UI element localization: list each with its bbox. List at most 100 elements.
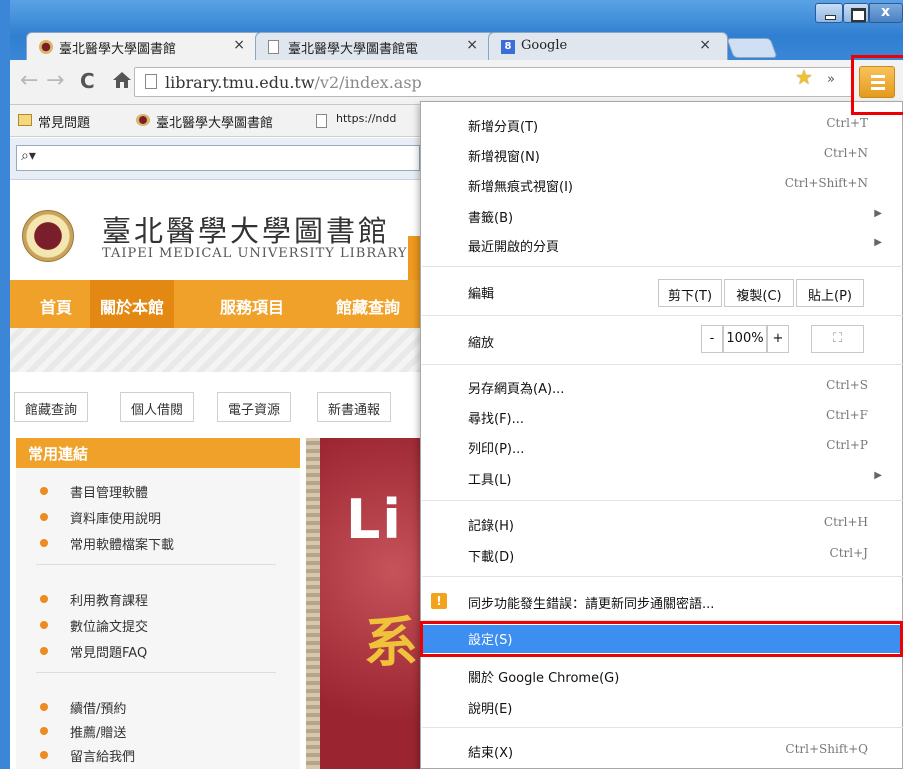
- menu-item-print[interactable]: 列印(P)... Ctrl+P: [421, 434, 903, 460]
- tab-google[interactable]: 8 Google ×: [488, 32, 728, 60]
- menu-item-downloads[interactable]: 下載(D) Ctrl+J: [421, 542, 903, 568]
- sidebar-link[interactable]: 數位論文提交: [40, 616, 148, 635]
- menu-item-find[interactable]: 尋找(F)... Ctrl+F: [421, 404, 903, 430]
- zoom-level: 100%: [723, 325, 767, 353]
- reload-icon[interactable]: C: [80, 70, 95, 92]
- search-input[interactable]: ⌕▾: [16, 145, 420, 171]
- bullet-icon: [40, 703, 48, 711]
- address-bar[interactable]: library.tmu.edu.tw/v2/index.asp: [134, 67, 854, 97]
- quick-tab-catalog[interactable]: 館藏查詢: [14, 392, 89, 422]
- menu-item-tools[interactable]: 工具(L) ▶: [421, 465, 903, 491]
- google-favicon-icon: 8: [501, 40, 515, 54]
- menu-item-save-as[interactable]: 另存網頁為(A)... Ctrl+S: [421, 374, 903, 400]
- bookmark-library[interactable]: 臺北醫學大學圖書館: [134, 112, 273, 131]
- sidebar-link[interactable]: 資料庫使用說明: [40, 508, 161, 527]
- zoom-out-button[interactable]: -: [701, 325, 723, 353]
- warning-icon: !: [431, 593, 447, 609]
- promo-banner[interactable]: Li 系: [306, 438, 430, 769]
- star-icon[interactable]: ★: [795, 65, 813, 89]
- main-nav: 首頁 關於本館 服務項目 館藏查詢: [10, 280, 430, 328]
- tab-library-electronic[interactable]: 臺北醫學大學圖書館電 ×: [255, 32, 495, 60]
- chrome-menu: 新增分頁(T) Ctrl+T 新增視窗(N) Ctrl+N 新增無痕式視窗(I) Ct…: [420, 101, 903, 769]
- bullet-icon: [40, 751, 48, 759]
- sidebar-heading: 常用連結: [16, 438, 300, 468]
- bullet-icon: [40, 539, 48, 547]
- close-window-button[interactable]: x: [869, 3, 903, 23]
- web-page: 臺北醫學大學圖書館 TAIPEI MEDICAL UNIVERSITY LIBR…: [10, 180, 430, 769]
- window-border: [0, 0, 10, 769]
- tab-library[interactable]: 臺北醫學大學圖書館 ×: [26, 32, 262, 60]
- menu-item-sync-error[interactable]: ! 同步功能發生錯誤：請更新同步通關密語...: [421, 589, 903, 615]
- menu-item-zoom: 縮放 - 100% + ⛶: [421, 325, 903, 355]
- library-favicon-icon: [39, 40, 53, 54]
- fullscreen-icon[interactable]: ⛶: [811, 325, 864, 353]
- menu-separator: [422, 266, 903, 267]
- menu-item-about[interactable]: 關於 Google Chrome(G): [421, 663, 903, 689]
- sidebar-link[interactable]: 續借/預約: [40, 698, 126, 717]
- nav-home[interactable]: 首頁: [40, 294, 72, 318]
- submenu-arrow-icon: ▶: [874, 237, 882, 248]
- nav-about[interactable]: 關於本館: [90, 280, 175, 328]
- new-tab-button[interactable]: [726, 38, 778, 58]
- sidebar-link[interactable]: 推薦/贈送: [40, 722, 126, 741]
- annotation-box-settings: [420, 621, 903, 657]
- browser-window: x 臺北醫學大學圖書館 × 臺北醫學大學圖書館電 × 8 Google × ← …: [0, 0, 903, 769]
- quick-tab-eresources[interactable]: 電子資源: [217, 392, 292, 422]
- bookmark-faq[interactable]: 常見問題: [16, 112, 90, 131]
- tab-close-icon[interactable]: ×: [233, 37, 245, 53]
- forward-arrow-icon[interactable]: →: [46, 70, 64, 92]
- quick-tab-borrowing[interactable]: 個人借閱: [120, 392, 195, 422]
- nav-catalog[interactable]: 館藏查詢: [336, 294, 400, 318]
- quick-tab-new-books[interactable]: 新書通報: [317, 392, 392, 422]
- bullet-icon: [40, 727, 48, 735]
- menu-separator: [422, 500, 903, 501]
- banner-edge: [306, 438, 320, 769]
- home-icon[interactable]: [112, 70, 132, 94]
- page-icon: [145, 74, 157, 89]
- maximize-button[interactable]: [843, 3, 869, 23]
- site-header: 臺北醫學大學圖書館 TAIPEI MEDICAL UNIVERSITY LIBR…: [10, 180, 430, 280]
- tab-close-icon[interactable]: ×: [466, 37, 478, 53]
- divider: [36, 564, 276, 565]
- quick-tabs: 館藏查詢 個人借閱 電子資源 新書通報: [10, 372, 430, 432]
- menu-item-history[interactable]: 記錄(H) Ctrl+H: [421, 511, 903, 537]
- sidebar-link[interactable]: 書目管理軟體: [40, 482, 148, 501]
- menu-item-bookmarks[interactable]: 書籤(B) ▶: [421, 203, 903, 229]
- bullet-icon: [40, 621, 48, 629]
- banner-text: Li: [346, 488, 403, 551]
- page-icon: [316, 114, 327, 128]
- nav-services[interactable]: 服務項目: [220, 294, 284, 318]
- copy-button[interactable]: 複製(C): [724, 279, 794, 307]
- extension-overflow-icon[interactable]: »: [827, 72, 835, 87]
- menu-item-incognito[interactable]: 新增無痕式視窗(I) Ctrl+Shift+N: [421, 172, 903, 198]
- back-arrow-icon[interactable]: ←: [20, 70, 38, 92]
- menu-separator: [422, 315, 903, 316]
- menu-item-recent-tabs[interactable]: 最近開啟的分頁 ▶: [421, 232, 903, 258]
- menu-separator: [422, 727, 903, 728]
- paste-button[interactable]: 貼上(P): [796, 279, 864, 307]
- menu-item-help[interactable]: 說明(E): [421, 694, 903, 720]
- zoom-in-button[interactable]: +: [767, 325, 789, 353]
- menu-item-new-tab[interactable]: 新增分頁(T) Ctrl+T: [421, 112, 903, 138]
- tab-close-icon[interactable]: ×: [699, 37, 711, 53]
- menu-item-exit[interactable]: 結束(X) Ctrl+Shift+Q: [421, 738, 903, 764]
- minimize-button[interactable]: [815, 3, 843, 23]
- magnifier-icon[interactable]: ⌕▾: [21, 148, 36, 164]
- sidebar-link[interactable]: 利用教育課程: [40, 590, 148, 609]
- library-favicon-icon: [136, 114, 150, 126]
- sidebar-link[interactable]: 常用軟體檔案下載: [40, 534, 174, 553]
- site-subtitle: TAIPEI MEDICAL UNIVERSITY LIBRARY: [102, 246, 408, 261]
- sidebar-link[interactable]: 留言給我們: [40, 746, 135, 765]
- banner-text: 系: [364, 611, 418, 674]
- annotation-box-menu: [851, 55, 903, 115]
- submenu-arrow-icon: ▶: [874, 470, 882, 481]
- cut-button[interactable]: 剪下(T): [658, 279, 722, 307]
- tab-title: 臺北醫學大學圖書館電: [288, 42, 419, 57]
- sidebar-link[interactable]: 常見問題FAQ: [40, 642, 147, 661]
- menu-item-new-window[interactable]: 新增視窗(N) Ctrl+N: [421, 142, 903, 168]
- menu-item-edit: 編輯 剪下(T) 複製(C) 貼上(P): [421, 279, 903, 309]
- decorative-stripe: [10, 328, 430, 372]
- bookmark-ndd[interactable]: https://ndd: [314, 112, 396, 128]
- toolbar: ← → C library.tmu.edu.tw/v2/index.asp ★ …: [10, 60, 903, 105]
- submenu-arrow-icon: ▶: [874, 208, 882, 219]
